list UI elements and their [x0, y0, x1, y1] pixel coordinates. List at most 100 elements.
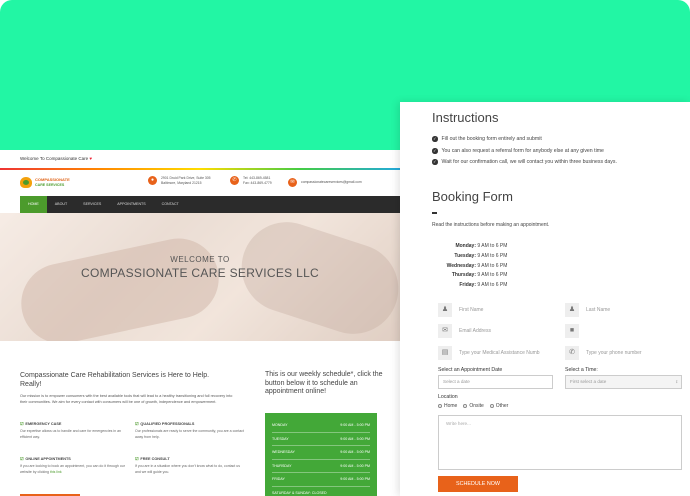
phone-info: ✆ Tel: 443-869-4581 Fax: 443-869-4779 [230, 176, 272, 186]
schedule-now-button[interactable]: SCHEDULE NOW [438, 476, 518, 492]
schedule-day: FRIDAY [272, 477, 285, 482]
schedule-row: FRIDAY 9:00 AM - 5:00 PM [272, 473, 370, 487]
check-icon: ✓ [432, 159, 438, 165]
phone-field[interactable]: ✆ Type your phone number [565, 346, 685, 360]
hours-row: Monday: 9 AM to 6 PM [432, 243, 592, 253]
feature-online: ☑ ONLINE APPOINTMENTS If you are looking … [20, 456, 130, 475]
instruction-text: Fill out the booking form entirely and s… [441, 136, 542, 143]
main-nav: HOME ABOUT SERVICES APPOINTMENTS CONTACT [20, 196, 400, 213]
feature-title: ONLINE APPOINTMENTS [25, 457, 71, 461]
envelope-icon: ✉ [438, 324, 452, 338]
schedule-box: MONDAY 9:00 AM - 5:00 PM TUESDAY 9:00 AM -… [265, 413, 377, 496]
radio-other[interactable]: Other [489, 403, 509, 409]
check-icon: ☑ [20, 457, 24, 461]
feature-desc: Our professionals are ready to serve the… [135, 429, 244, 439]
check-icon: ☑ [20, 422, 24, 426]
nav-services[interactable]: SERVICES [75, 196, 109, 213]
schedule-row: MONDAY 9:00 AM - 5:00 PM [272, 419, 370, 433]
logo-line2: CARE SERVICES [35, 183, 65, 187]
hours-row: Thursday: 9 AM to 6 PM [432, 272, 592, 282]
heart-icon: ♥ [89, 156, 93, 161]
instruction-item: ✓ Fill out the booking form entirely and … [432, 136, 542, 142]
mission-text: Our mission is to empower consumers with… [20, 394, 233, 404]
check-icon: ☑ [135, 422, 139, 426]
feature-desc: If you are looking to book an appointmen… [20, 464, 125, 474]
first-name-field[interactable]: ♟ First Name [438, 303, 558, 317]
website-preview: Welcome To Compassionate Care ♥ COMPASSI… [0, 150, 400, 496]
nav-contact[interactable]: CONTACT [154, 196, 187, 213]
welcome-text: Welcome To Compassionate Care [20, 156, 89, 161]
welcome-bar: Welcome To Compassionate Care ♥ [0, 150, 400, 168]
radio-circle-icon [438, 403, 442, 408]
schedule-day: SATURDAY & SUNDAY: CLOSED [272, 490, 327, 495]
logo-line1: COMPASSIONATE [35, 177, 70, 182]
schedule-time: 9:00 AM - 5:00 PM [340, 463, 370, 468]
radio-onsite[interactable]: Onsite [463, 403, 484, 409]
nav-appointments[interactable]: APPOINTMENTS [109, 196, 153, 213]
schedule-title: This is our weekly schedule*, click the … [265, 371, 383, 395]
schedule-time: 9:00 AM - 5:00 PM [340, 450, 370, 455]
instruction-text: You can also request a referral form for… [441, 148, 604, 155]
radio-home[interactable]: Home [438, 403, 457, 409]
phone-placeholder: Type your phone number [586, 350, 642, 356]
user-icon: ♟ [438, 303, 452, 317]
email-placeholder: Email Address [459, 328, 491, 334]
time-label: Select a Time: [565, 367, 598, 373]
email-text[interactable]: compassionatecareservices@gmail.com [301, 180, 362, 185]
site-logo[interactable]: COMPASSIONATE CARE SERVICES [20, 175, 80, 191]
check-icon: ☑ [135, 457, 139, 461]
schedule-row: TUESDAY 9:00 AM - 5:00 PM [272, 433, 370, 446]
nav-about[interactable]: ABOUT [47, 196, 75, 213]
location-radio-group: Home Onsite Other [438, 403, 508, 409]
id-card-icon: ▤ [438, 346, 452, 360]
hours-row: Friday: 9 AM to 6 PM [432, 282, 592, 292]
feature-desc: Our expertise allows us to handle and ca… [20, 429, 121, 439]
heart-logo-icon [20, 177, 32, 188]
schedule-day: WEDNESDAY [272, 450, 295, 455]
schedule-row: WEDNESDAY 9:00 AM - 5:00 PM [272, 446, 370, 460]
email-field[interactable]: ✉ Email Address [438, 324, 558, 338]
hero-title: COMPASSIONATE CARE SERVICES LLC [80, 266, 320, 280]
feature-link[interactable]: this link [50, 470, 62, 474]
user-icon: ♟ [565, 303, 579, 317]
message-textarea[interactable]: Write here... [438, 415, 682, 470]
chevron-updown-icon: ↕ [675, 379, 678, 384]
hours-row: Tuesday: 9 AM to 6 PM [432, 253, 592, 263]
mail-icon: ✉ [288, 178, 297, 187]
location-label: Location [438, 394, 458, 400]
phone-icon: ✆ [565, 346, 579, 360]
phone-icon: ✆ [230, 176, 239, 185]
address-info: ● 2901 Druid Park Drive, Suite 305 Baltim… [148, 176, 211, 186]
hero-banner: WELCOME TO COMPASSIONATE CARE SERVICES L… [0, 213, 400, 341]
booking-form-panel: Instructions ✓ Fill out the booking form … [400, 102, 690, 496]
hours-day: Monday: [455, 243, 476, 249]
hours-time: 9 AM to 6 PM [477, 262, 508, 269]
hours-day: Thursday: [451, 272, 476, 279]
last-name-field[interactable]: ♟ Last Name [565, 303, 685, 317]
instructions-heading: Instructions [432, 110, 499, 125]
hours-time: 9 AM to 6 PM [477, 272, 508, 279]
schedule-day: MONDAY [272, 423, 288, 428]
radio-circle-icon [489, 403, 494, 408]
check-icon: ✓ [432, 136, 438, 142]
radio-label: Other [495, 403, 509, 409]
hours-time: 9 AM to 6 PM [477, 243, 508, 249]
feature-title: EMERGENCY CASE [25, 422, 62, 426]
instruction-item: ✓ Wait for our confirmation call, we will… [432, 159, 617, 165]
feature-title: FREE CONSULT [140, 457, 170, 461]
phone-line2: Fax: 443-869-4779 [243, 181, 272, 185]
time-select[interactable]: First select a date ↕ [565, 375, 682, 389]
feature-qualified: ☑ QUALIFIED PROFESSIONALS Our professiona… [135, 421, 245, 440]
lock-icon: ■ [565, 324, 579, 338]
email-info: ✉ compassionatecareservices@gmail.com [288, 178, 362, 187]
feature-title: QUALIFIED PROFESSIONALS [140, 422, 195, 426]
booking-heading: Booking Form [432, 189, 513, 204]
first-name-placeholder: First Name [459, 307, 484, 313]
medical-assistance-field[interactable]: ▤ Type your Medical Assistance Numb [438, 346, 558, 360]
hours-row: Wednesday: 9 AM to 6 PM [432, 263, 592, 273]
nav-home[interactable]: HOME [20, 196, 47, 213]
date-input[interactable]: Select a date [438, 375, 553, 389]
schedule-day: THURSDAY [272, 463, 292, 468]
office-hours: Monday: 9 AM to 6 PM Tuesday: 9 AM to 6 … [432, 243, 592, 292]
main-content: Compassionate Care Rehabilitation Servic… [0, 341, 400, 496]
